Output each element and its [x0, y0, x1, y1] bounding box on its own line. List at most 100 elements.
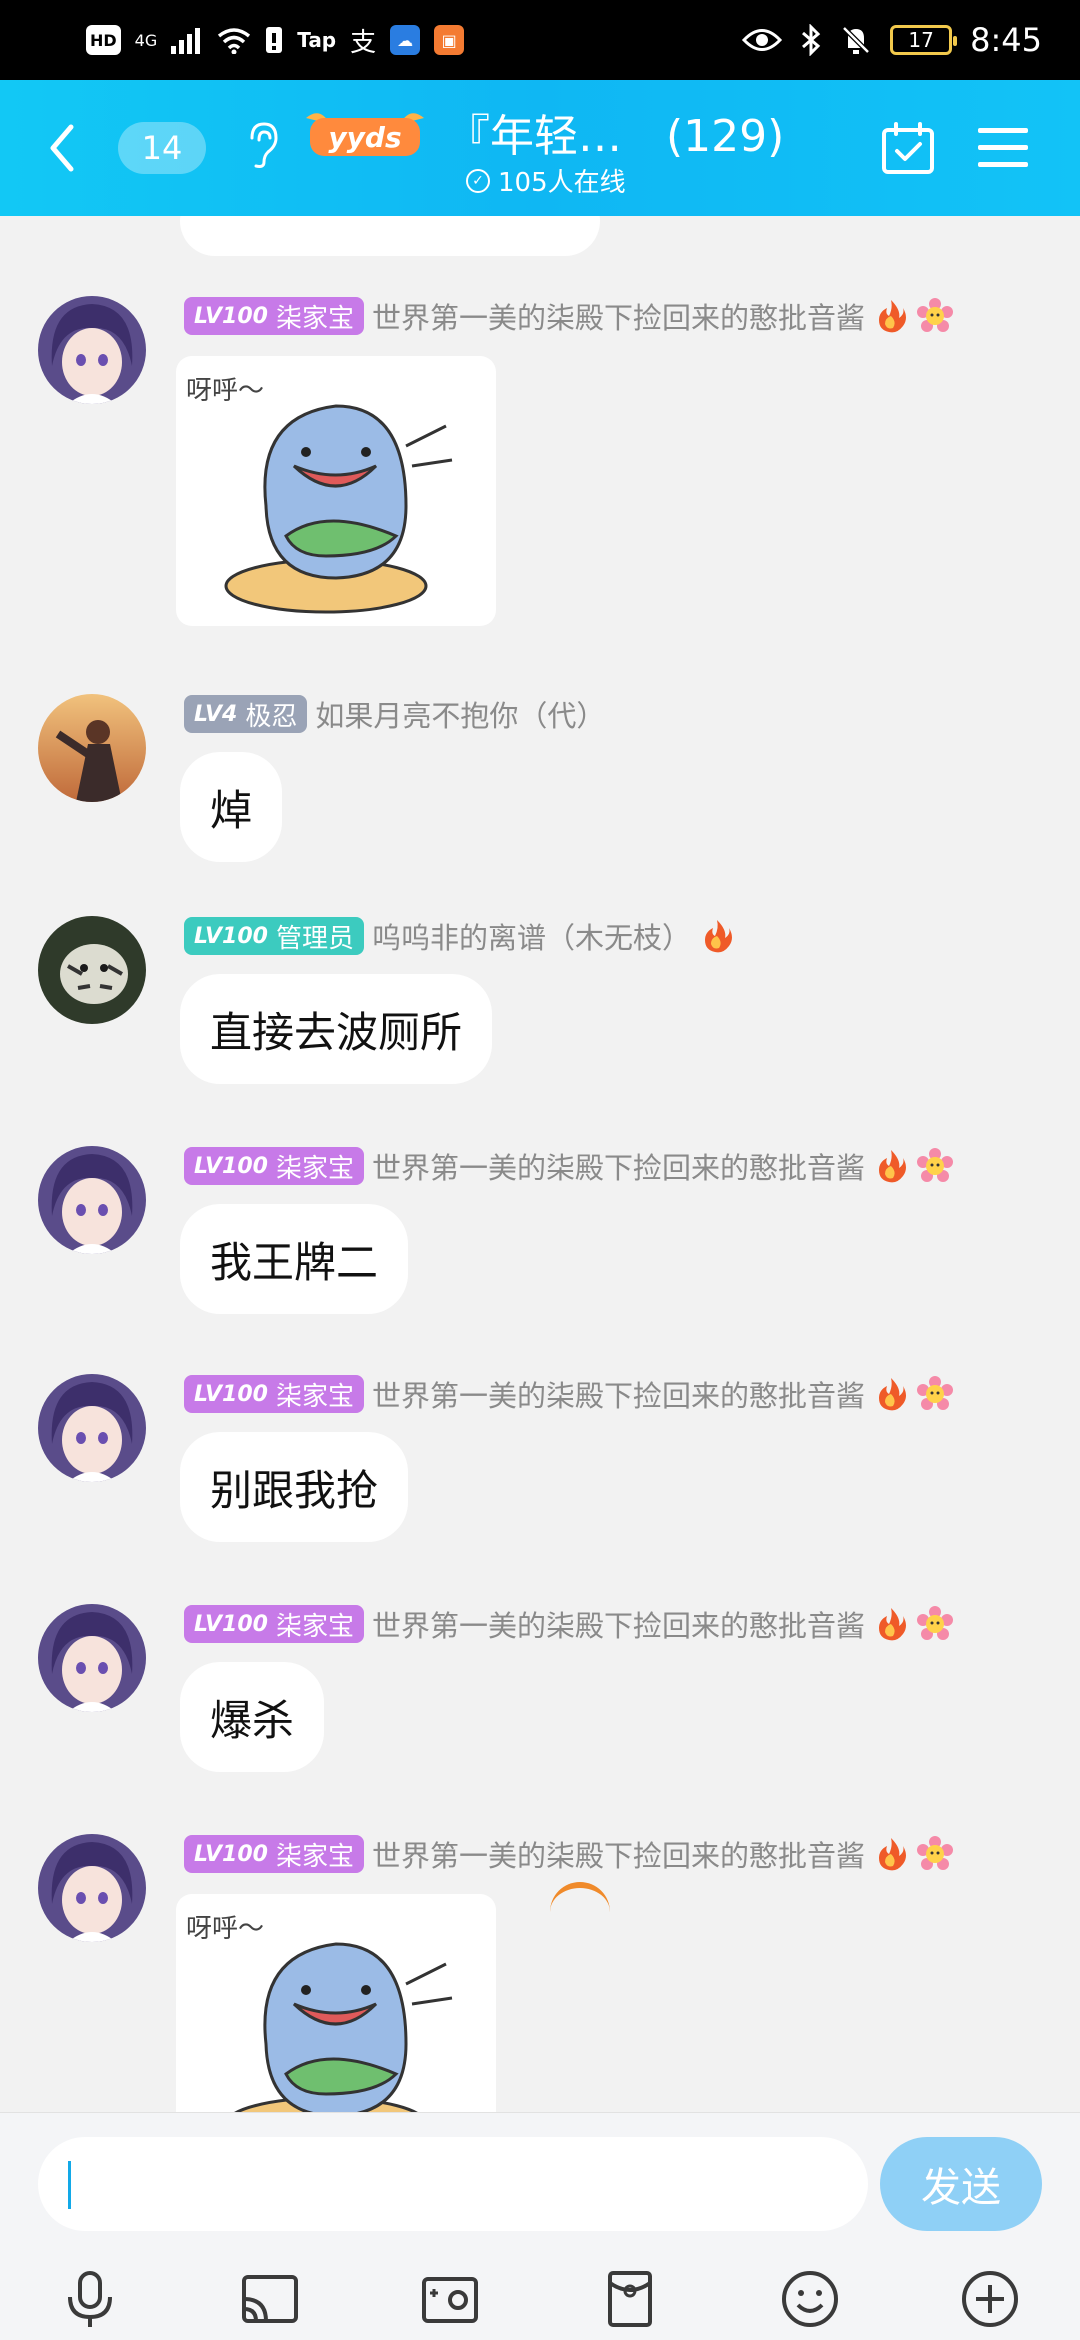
sender-meta: LV100 柒家宝 世界第一美的柒殿下捡回来的憨批音酱 [184, 1604, 953, 1644]
flower-badge-icon [916, 1376, 953, 1410]
member-level-badge: LV100 柒家宝 [184, 1835, 364, 1873]
flower-badge-icon [916, 1148, 953, 1182]
online-count: ✓ 105人在线 [466, 162, 626, 199]
unread-count-badge[interactable]: 14 [118, 122, 206, 174]
member-level-badge: LV100 柒家宝 [184, 297, 364, 335]
message-bubble[interactable]: 我王牌二 [180, 1204, 409, 1314]
sticker-message[interactable]: 呀呼～ [176, 1894, 496, 2112]
wifi-icon [218, 28, 251, 54]
photo-icon[interactable] [418, 2267, 482, 2331]
sticker-caption: 呀呼～ [186, 1914, 265, 1944]
message-bubble-partial[interactable] [180, 216, 600, 256]
level-text: LV100 [194, 1841, 268, 1867]
avatar[interactable] [38, 1146, 146, 1254]
more-plus-icon[interactable] [958, 2267, 1022, 2331]
flame-icon [704, 920, 732, 953]
sender-nickname[interactable]: 世界第一美的柒殿下捡回来的憨批音酱 [372, 1833, 865, 1875]
battery-indicator: 17 [890, 25, 958, 55]
mute-bell-icon [842, 26, 870, 54]
member-level-badge: LV4 极忍 [184, 695, 308, 733]
sticker-caption: 呀呼～ [186, 376, 265, 406]
flower-badge-icon [916, 1836, 953, 1870]
level-text: LV4 [194, 701, 238, 727]
ear-icon[interactable] [244, 120, 280, 170]
level-text: LV100 [194, 1611, 268, 1637]
chat-header: 14 yyds 『年轻… (129) ✓ 105人在线 [0, 80, 1080, 216]
avatar[interactable] [38, 296, 146, 404]
message-bubble[interactable]: 别跟我抢 [180, 1432, 409, 1542]
sender-nickname[interactable]: 世界第一美的柒殿下捡回来的憨批音酱 [372, 295, 865, 337]
sender-meta: LV4 极忍 如果月亮不抱你（代） [184, 694, 605, 734]
yyds-badge-icon: yyds [306, 113, 424, 156]
message-bubble[interactable]: 爆杀 [180, 1662, 325, 1772]
level-text: LV100 [194, 1153, 268, 1179]
signal-icon [171, 28, 201, 54]
sender-meta: LV100 柒家宝 世界第一美的柒殿下捡回来的憨批音酱 [184, 1146, 953, 1186]
alipay-icon: 支 [350, 27, 377, 58]
flame-icon [878, 1838, 906, 1871]
group-title[interactable]: 『年轻… (129) [446, 100, 784, 164]
microphone-icon[interactable] [58, 2267, 122, 2331]
tap-app-icon: Tap [297, 28, 337, 52]
member-title-text: 柒家宝 [275, 1153, 354, 1184]
member-level-badge: LV100 柒家宝 [184, 1147, 364, 1185]
sender-nickname[interactable]: 如果月亮不抱你（代） [315, 693, 605, 735]
red-packet-icon[interactable] [598, 2267, 662, 2331]
status-bar: HD 4G Tap 支 ☁ ▣ 17 8:45 [0, 0, 1080, 80]
alert-icon [266, 27, 283, 53]
member-title-text: 柒家宝 [275, 1841, 354, 1872]
hd-indicator: HD [86, 25, 121, 55]
avatar[interactable] [38, 916, 146, 1024]
flower-badge-icon [916, 1606, 953, 1640]
sender-nickname[interactable]: 世界第一美的柒殿下捡回来的憨批音酱 [372, 1373, 865, 1415]
yyds-badge-text: yyds [328, 121, 401, 154]
member-title-text: 柒家宝 [275, 1611, 354, 1642]
text-caret [68, 2161, 71, 2209]
battery-level: 17 [908, 28, 934, 52]
message-bubble[interactable]: 直接去波厕所 [180, 974, 493, 1084]
member-title-text: 极忍 [245, 701, 298, 732]
member-title-text: 柒家宝 [275, 1381, 354, 1412]
flame-icon [878, 1150, 906, 1183]
level-text: LV100 [194, 303, 268, 329]
back-button[interactable] [38, 118, 86, 178]
flame-icon [878, 1378, 906, 1411]
level-text: LV100 [194, 1381, 268, 1407]
send-button[interactable]: 发送 [880, 2137, 1042, 2231]
sender-meta: LV100 管理员 呜呜非的离谱（木无枝） [184, 916, 735, 956]
eye-icon [742, 29, 783, 51]
avatar[interactable] [38, 1834, 146, 1942]
menu-icon[interactable] [978, 124, 1028, 172]
avatar[interactable] [38, 694, 146, 802]
flame-icon [878, 1608, 906, 1641]
sender-meta: LV100 柒家宝 世界第一美的柒殿下捡回来的憨批音酱 [184, 296, 953, 336]
avatar[interactable] [38, 1374, 146, 1482]
sender-nickname[interactable]: 呜呜非的离谱（木无枝） [372, 915, 691, 957]
member-title-text: 管理员 [275, 923, 354, 954]
sender-meta: LV100 柒家宝 世界第一美的柒殿下捡回来的憨批音酱 [184, 1834, 953, 1874]
chevron-left-icon [50, 124, 74, 172]
message-input[interactable] [38, 2137, 868, 2231]
online-count-text: 105人在线 [498, 168, 626, 198]
member-level-badge: LV100 管理员 [184, 917, 364, 955]
clock: 8:45 [970, 21, 1042, 59]
level-text: LV100 [194, 923, 268, 949]
emoji-icon[interactable] [778, 2267, 842, 2331]
weather-app-icon: ☁ [390, 25, 421, 55]
message-list[interactable]: LV100 柒家宝 世界第一美的柒殿下捡回来的憨批音酱 呀呼～ LV4 极忍 如果月亮不抱你… [0, 216, 1080, 2112]
sticker-message[interactable]: 呀呼～ [176, 356, 496, 626]
game-app-icon: ▣ [434, 25, 465, 55]
check-circle-icon: ✓ [466, 168, 490, 193]
network-type: 4G [134, 30, 158, 50]
avatar[interactable] [38, 1604, 146, 1712]
flower-badge-icon [916, 298, 953, 332]
flame-icon [878, 300, 906, 333]
sender-nickname[interactable]: 世界第一美的柒殿下捡回来的憨批音酱 [372, 1603, 865, 1645]
member-level-badge: LV100 柒家宝 [184, 1375, 364, 1413]
calendar-check-icon[interactable] [880, 120, 936, 176]
composer: 发送 [0, 2112, 1080, 2340]
message-bubble[interactable]: 焯 [180, 752, 283, 862]
screen-cast-icon[interactable] [238, 2267, 302, 2331]
sender-nickname[interactable]: 世界第一美的柒殿下捡回来的憨批音酱 [372, 1145, 865, 1187]
member-title-text: 柒家宝 [275, 303, 354, 334]
